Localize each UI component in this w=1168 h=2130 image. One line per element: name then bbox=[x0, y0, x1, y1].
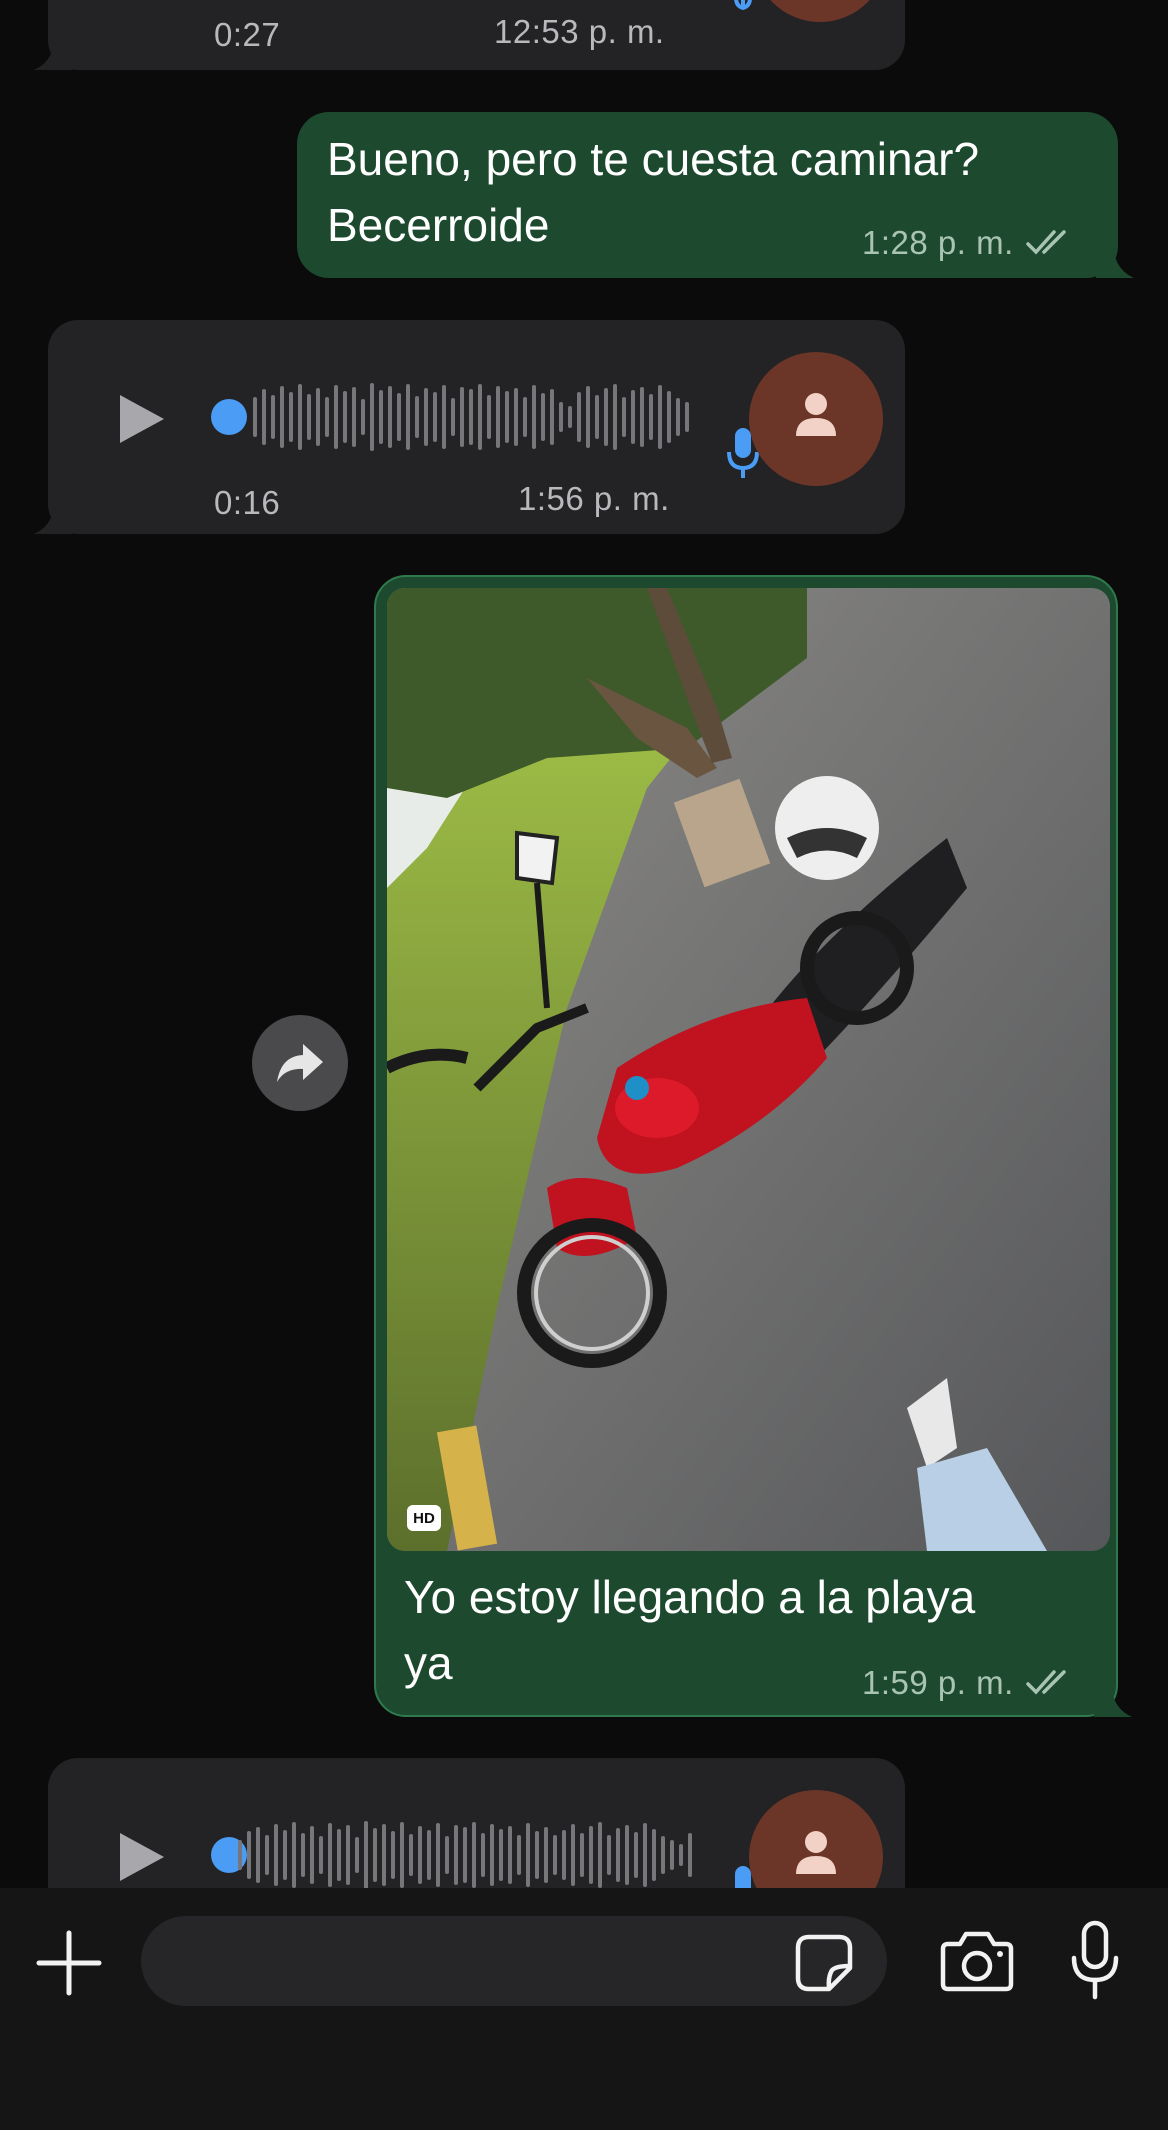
voice-message-bubble[interactable]: 0:16 1:56 p. m. bbox=[34, 320, 905, 534]
voice-message-bubble[interactable] bbox=[48, 1758, 905, 1888]
camera-icon[interactable] bbox=[940, 1930, 1014, 1992]
chat-area[interactable]: 0:27 12:53 p. m. Bueno, pero te cuesta c… bbox=[0, 0, 1168, 1888]
microphone-icon bbox=[734, 0, 752, 11]
person-icon bbox=[796, 1831, 836, 1874]
outgoing-message-bubble[interactable]: Bueno, pero te cuesta caminar? Becerroid… bbox=[297, 112, 1134, 278]
double-check-icon bbox=[1026, 230, 1066, 255]
photo-attachment[interactable]: HD bbox=[387, 588, 1110, 1551]
play-icon[interactable] bbox=[118, 1831, 166, 1883]
bubble-tail bbox=[1094, 1689, 1134, 1717]
avatar[interactable] bbox=[749, 1790, 883, 1888]
avatar[interactable] bbox=[749, 352, 883, 486]
bubble-tail bbox=[32, 506, 72, 534]
microphone-icon[interactable] bbox=[1070, 1920, 1120, 2000]
message-time: 1:28 p. m. bbox=[862, 224, 1014, 261]
voice-duration: 0:27 bbox=[214, 16, 281, 53]
message-meta: 1:59 p. m. bbox=[862, 1664, 1072, 1702]
play-icon[interactable] bbox=[118, 393, 166, 445]
message-line: Bueno, pero te cuesta caminar? bbox=[327, 133, 980, 185]
voice-duration: 0:16 bbox=[214, 484, 281, 521]
avatar[interactable] bbox=[753, 0, 887, 22]
message-input-field[interactable] bbox=[141, 1916, 887, 2006]
bubble-tail bbox=[32, 42, 72, 70]
audio-waveform[interactable] bbox=[253, 381, 689, 453]
message-time: 1:56 p. m. bbox=[518, 480, 670, 517]
audio-waveform[interactable] bbox=[238, 1819, 692, 1888]
photo-image bbox=[387, 588, 1110, 1551]
hd-badge: HD bbox=[407, 1505, 441, 1531]
bubble-tail bbox=[1096, 250, 1136, 278]
message-meta: 1:28 p. m. bbox=[862, 224, 1072, 262]
playback-position-dot[interactable] bbox=[211, 399, 247, 435]
voice-message-bubble[interactable]: 0:27 12:53 p. m. bbox=[34, 0, 905, 70]
forward-icon bbox=[277, 1044, 323, 1082]
message-time: 1:59 p. m. bbox=[862, 1664, 1014, 1701]
plus-icon[interactable] bbox=[36, 1930, 102, 1996]
sticker-icon[interactable] bbox=[795, 1934, 853, 1992]
double-check-icon bbox=[1026, 1670, 1066, 1695]
person-icon bbox=[796, 393, 836, 436]
message-time: 12:53 p. m. bbox=[494, 13, 665, 50]
forward-button[interactable] bbox=[252, 1015, 348, 1111]
caption-line: Yo estoy llegando a la playa bbox=[404, 1571, 976, 1623]
